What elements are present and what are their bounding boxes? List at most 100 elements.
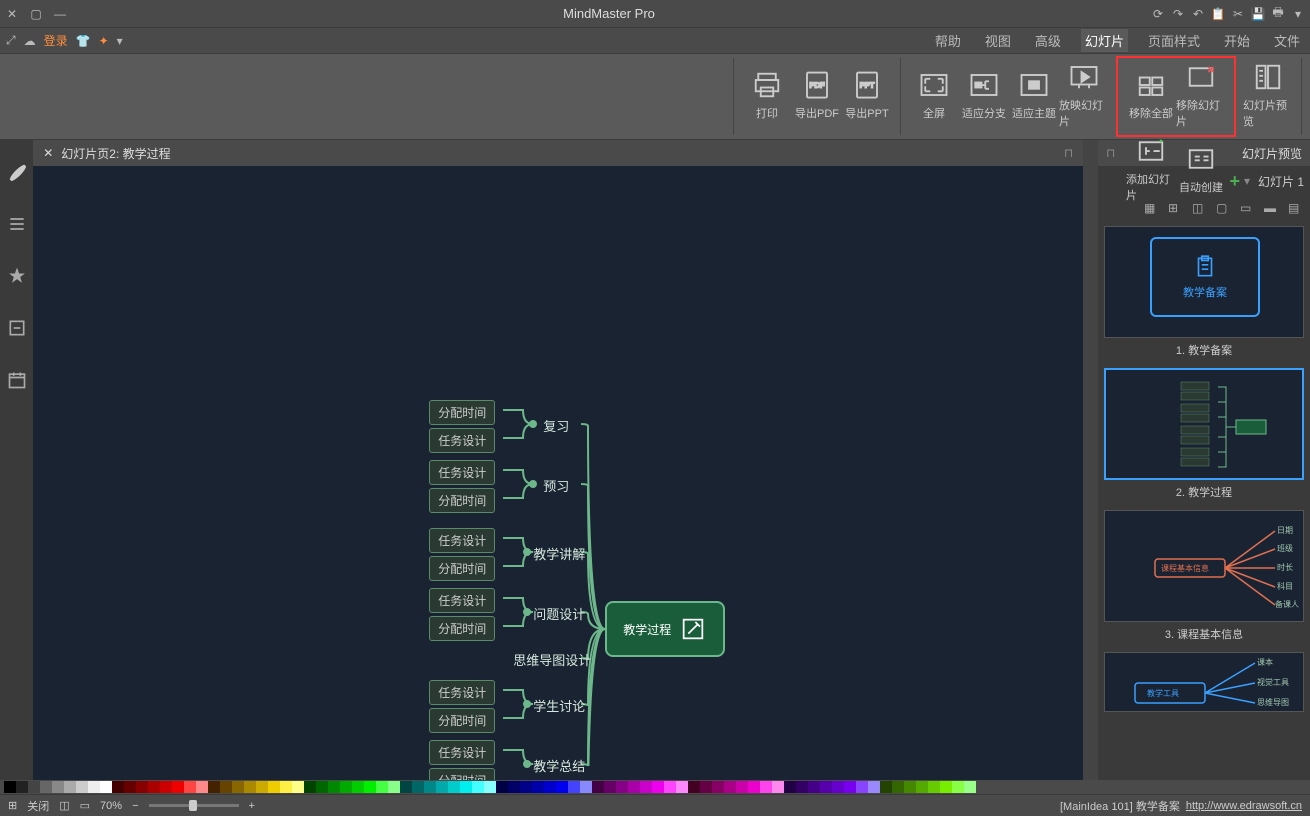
color-swatch[interactable] bbox=[736, 781, 748, 793]
fit-theme-button[interactable]: 适应主题 bbox=[1009, 58, 1059, 132]
color-swatch[interactable] bbox=[760, 781, 772, 793]
dropdown-icon[interactable]: ▾ bbox=[1290, 6, 1306, 22]
color-swatch[interactable] bbox=[544, 781, 556, 793]
leaf-node[interactable]: 分配时间 bbox=[429, 768, 495, 780]
branch-node[interactable]: 教学讲解 bbox=[533, 544, 585, 563]
thumbnail-item[interactable]: 教学工具 课本 视觉工具 思维导图 bbox=[1104, 652, 1304, 712]
color-swatch[interactable] bbox=[136, 781, 148, 793]
color-swatch[interactable] bbox=[148, 781, 160, 793]
color-swatch[interactable] bbox=[352, 781, 364, 793]
color-swatch[interactable] bbox=[160, 781, 172, 793]
color-swatch[interactable] bbox=[784, 781, 796, 793]
thumbnail-item[interactable]: 2. 教学过程 bbox=[1104, 368, 1304, 500]
leaf-node[interactable]: 分配时间 bbox=[429, 616, 495, 641]
color-swatch[interactable] bbox=[952, 781, 964, 793]
delete-icon[interactable]: ▬ bbox=[1264, 201, 1280, 217]
leaf-node[interactable]: 分配时间 bbox=[429, 488, 495, 513]
branch-node[interactable]: 问题设计 bbox=[533, 604, 585, 623]
canvas[interactable]: 教学过程 复习 分配时间 任务设计 预习 任务设计 分配时间 教学讲解 任务设计… bbox=[33, 166, 1083, 780]
color-swatch[interactable] bbox=[436, 781, 448, 793]
color-swatch[interactable] bbox=[820, 781, 832, 793]
color-swatch[interactable] bbox=[376, 781, 388, 793]
close-icon[interactable]: ✕ bbox=[4, 6, 20, 22]
menu-chevron-icon[interactable]: ▾ bbox=[117, 34, 123, 48]
login-link[interactable]: 登录 bbox=[44, 32, 68, 49]
color-swatch[interactable] bbox=[196, 781, 208, 793]
full-screen-button[interactable]: 全屏 bbox=[909, 58, 959, 132]
clip-tool[interactable] bbox=[5, 316, 29, 340]
vertical-scrollbar[interactable] bbox=[1083, 140, 1098, 780]
color-swatch[interactable] bbox=[328, 781, 340, 793]
tab-slides[interactable]: 幻灯片 bbox=[1081, 29, 1128, 52]
status-close-label[interactable]: 关闭 bbox=[27, 798, 49, 814]
leaf-node[interactable]: 分配时间 bbox=[429, 400, 495, 425]
undo-icon[interactable]: ↶ bbox=[1190, 6, 1206, 22]
app-logo-icon[interactable]: ✦ bbox=[99, 34, 109, 48]
color-swatch[interactable] bbox=[280, 781, 292, 793]
save-icon[interactable]: 💾 bbox=[1250, 6, 1266, 22]
color-swatch[interactable] bbox=[4, 781, 16, 793]
color-swatch[interactable] bbox=[316, 781, 328, 793]
leaf-node[interactable]: 任务设计 bbox=[429, 588, 495, 613]
color-swatch[interactable] bbox=[712, 781, 724, 793]
color-swatch[interactable] bbox=[100, 781, 112, 793]
export-ppt-button[interactable]: PPT 导出PPT bbox=[842, 58, 892, 132]
export-pdf-button[interactable]: PDF 导出PDF bbox=[792, 58, 842, 132]
color-swatch[interactable] bbox=[484, 781, 496, 793]
color-swatch[interactable] bbox=[28, 781, 40, 793]
leaf-node[interactable]: 任务设计 bbox=[429, 528, 495, 553]
color-swatch[interactable] bbox=[688, 781, 700, 793]
branch-node[interactable]: 学生讨论 bbox=[533, 696, 585, 715]
color-swatch[interactable] bbox=[508, 781, 520, 793]
color-swatch[interactable] bbox=[424, 781, 436, 793]
color-swatch[interactable] bbox=[856, 781, 868, 793]
color-swatch[interactable] bbox=[244, 781, 256, 793]
brush-tool[interactable] bbox=[5, 160, 29, 184]
slide-dropdown-icon[interactable]: ▾ bbox=[1244, 174, 1250, 188]
leaf-node[interactable]: 任务设计 bbox=[429, 460, 495, 485]
branch-node[interactable]: 预习 bbox=[543, 476, 569, 495]
thumbnail-item[interactable]: 课程基本信息 日期 班级 时长 科目 备课人 3. 课程基本信息 bbox=[1104, 510, 1304, 642]
color-swatch[interactable] bbox=[340, 781, 352, 793]
color-swatch[interactable] bbox=[364, 781, 376, 793]
color-swatch[interactable] bbox=[580, 781, 592, 793]
color-swatch[interactable] bbox=[400, 781, 412, 793]
color-swatch[interactable] bbox=[88, 781, 100, 793]
minimize-icon[interactable]: — bbox=[52, 6, 68, 22]
color-swatch[interactable] bbox=[40, 781, 52, 793]
calendar-tool[interactable] bbox=[5, 368, 29, 392]
color-swatch[interactable] bbox=[592, 781, 604, 793]
color-swatch[interactable] bbox=[568, 781, 580, 793]
color-swatch[interactable] bbox=[184, 781, 196, 793]
color-swatch[interactable] bbox=[556, 781, 568, 793]
layout-icon[interactable]: ▭ bbox=[1240, 201, 1256, 217]
color-swatch[interactable] bbox=[904, 781, 916, 793]
tab-advanced[interactable]: 高级 bbox=[1031, 29, 1065, 52]
tab-file[interactable]: 文件 bbox=[1270, 29, 1304, 52]
maximize-icon[interactable]: ▢ bbox=[28, 6, 44, 22]
color-swatch[interactable] bbox=[208, 781, 220, 793]
tab-view[interactable]: 视图 bbox=[981, 29, 1015, 52]
play-slideshow-button[interactable]: 放映幻灯片 bbox=[1059, 58, 1109, 132]
cloud-icon[interactable]: ☁ bbox=[24, 34, 36, 48]
pin-icon[interactable]: ⊓ bbox=[1064, 146, 1073, 160]
slide-preview-button[interactable]: 幻灯片预览 bbox=[1243, 58, 1293, 132]
add-slide-icon[interactable]: + bbox=[1229, 171, 1240, 192]
color-swatch[interactable] bbox=[880, 781, 892, 793]
color-swatch[interactable] bbox=[616, 781, 628, 793]
add-slide-button[interactable]: 添加幻灯片 bbox=[1126, 132, 1176, 206]
color-swatch[interactable] bbox=[664, 781, 676, 793]
thumbnail-item[interactable]: 教学备案 1. 教学备案 bbox=[1104, 226, 1304, 358]
color-swatch[interactable] bbox=[640, 781, 652, 793]
color-swatch[interactable] bbox=[916, 781, 928, 793]
color-swatch[interactable] bbox=[268, 781, 280, 793]
color-swatch[interactable] bbox=[220, 781, 232, 793]
paste-icon[interactable]: 📋 bbox=[1210, 6, 1226, 22]
fit-branch-button[interactable]: 适应分支 bbox=[959, 58, 1009, 132]
color-swatch[interactable] bbox=[796, 781, 808, 793]
zoom-out-icon[interactable]: − bbox=[132, 800, 138, 812]
sync-icon[interactable]: ⟳ bbox=[1150, 6, 1166, 22]
panel-pin-icon[interactable]: ⊓ bbox=[1106, 146, 1115, 160]
color-swatch[interactable] bbox=[832, 781, 844, 793]
leaf-node[interactable]: 任务设计 bbox=[429, 680, 495, 705]
